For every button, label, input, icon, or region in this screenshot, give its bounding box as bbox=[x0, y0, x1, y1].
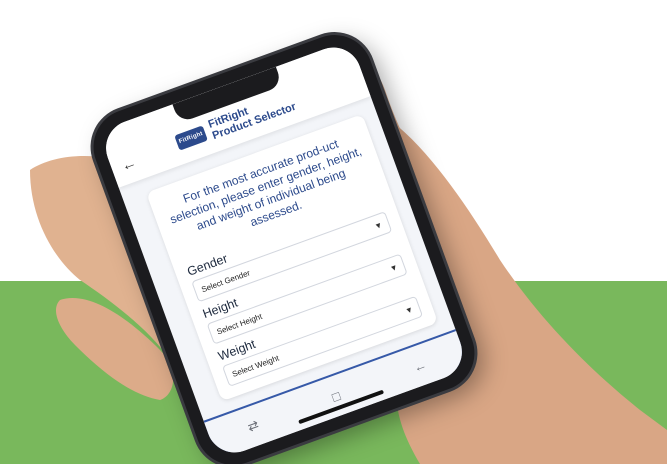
caret-down-icon: ▼ bbox=[373, 219, 384, 231]
home-square-icon[interactable]: □ bbox=[330, 388, 343, 405]
recent-apps-icon[interactable]: ⇄ bbox=[245, 417, 261, 436]
height-select-value: Select Height bbox=[215, 311, 264, 337]
arrow-left-icon[interactable]: ← bbox=[119, 154, 139, 175]
fitright-logo: FitRight bbox=[174, 125, 208, 151]
back-triangle-icon[interactable]: ← bbox=[411, 356, 428, 375]
caret-down-icon: ▼ bbox=[388, 261, 399, 274]
caret-down-icon: ▼ bbox=[403, 304, 415, 316]
